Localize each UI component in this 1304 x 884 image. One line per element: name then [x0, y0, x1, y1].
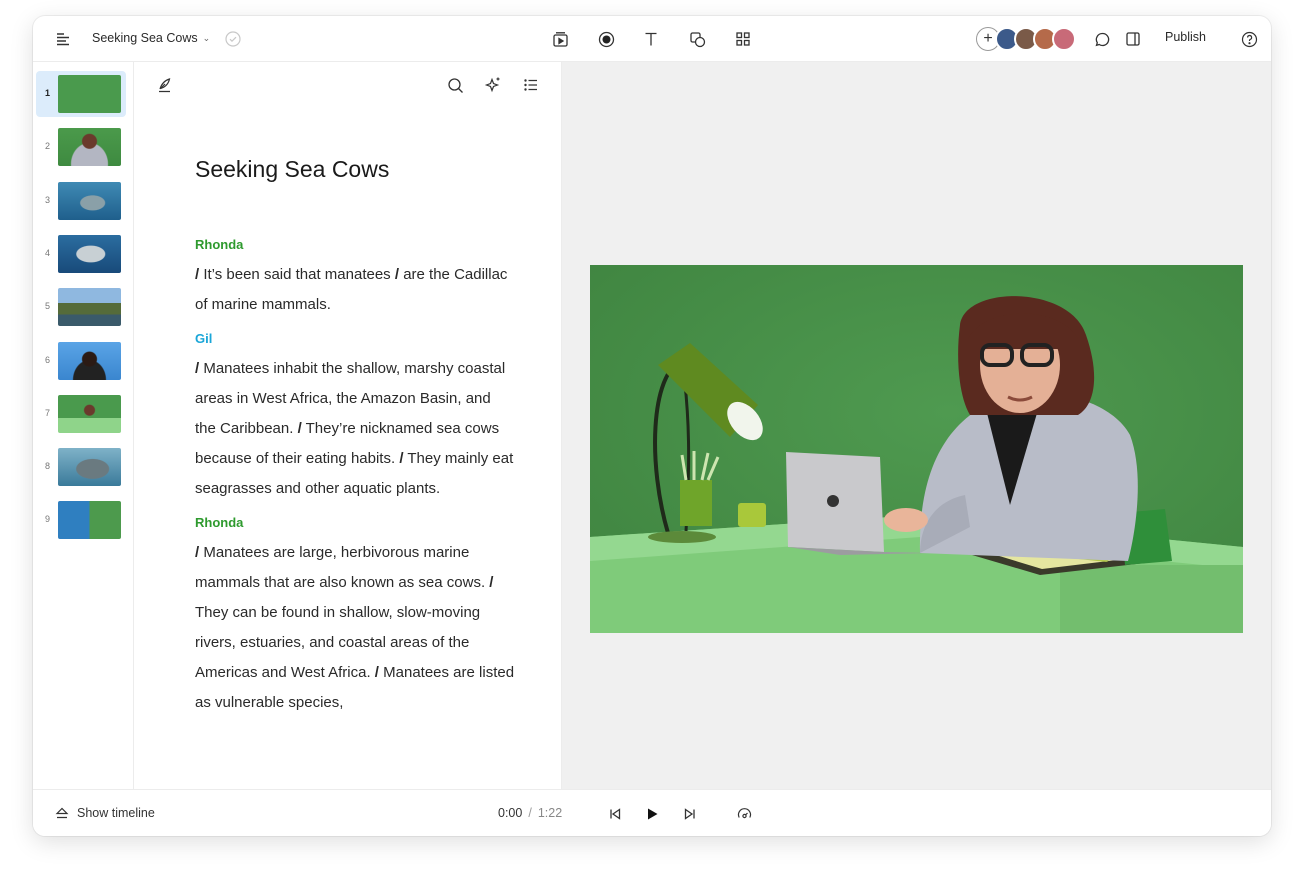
- video-preview-area: [562, 62, 1271, 789]
- scene-number: 5: [45, 301, 51, 312]
- scene-thumbnail-image: [58, 501, 121, 540]
- scene-thumbnail[interactable]: 2: [36, 124, 126, 170]
- document-title: Seeking Sea Cows: [92, 31, 198, 45]
- scene-thumbnail[interactable]: 9: [36, 497, 126, 543]
- scene-thumbnail[interactable]: 7: [36, 391, 126, 437]
- script-paragraph[interactable]: / Manatees are large, herbivorous marine…: [195, 538, 515, 718]
- current-time: 0:00: [498, 806, 523, 820]
- video-frame[interactable]: [590, 265, 1243, 633]
- scene-break-marker: /: [489, 574, 494, 591]
- saved-check-icon: [223, 29, 243, 49]
- chevron-down-icon: ⌄: [202, 32, 211, 43]
- scene-thumbnail[interactable]: 5: [36, 284, 126, 330]
- speaker-label: Gil: [195, 331, 213, 346]
- scene-number: 3: [45, 194, 51, 205]
- speaker-label: Rhonda: [195, 237, 244, 252]
- scene-thumbnail-image: [58, 394, 121, 433]
- playback-speed-icon[interactable]: [734, 804, 754, 824]
- app-window: Seeking Sea Cows ⌄ + Publish 1 2 3 4 5 6…: [33, 16, 1271, 836]
- help-icon[interactable]: [1239, 29, 1259, 49]
- script-editor: Seeking Sea Cows Rhonda / It’s been said …: [134, 62, 562, 789]
- sidebar-toggle-icon[interactable]: [1123, 29, 1143, 49]
- scene-thumbnail[interactable]: 8: [36, 444, 126, 490]
- scene-thumbnail[interactable]: 4: [36, 231, 126, 277]
- document-title-dropdown[interactable]: Seeking Sea Cows ⌄: [92, 31, 210, 45]
- scene-number: 7: [45, 407, 51, 418]
- scene-number: 8: [45, 461, 51, 472]
- scene-thumbnail-rail: 1 2 3 4 5 6 7 8 9: [33, 62, 134, 789]
- top-toolbar: Seeking Sea Cows ⌄ + Publish: [33, 16, 1271, 62]
- skip-back-icon[interactable]: [605, 804, 625, 824]
- script-title[interactable]: Seeking Sea Cows: [195, 156, 389, 183]
- scene-thumbnail-image: [58, 128, 121, 167]
- time-separator: /: [528, 806, 532, 820]
- comment-icon[interactable]: [1092, 29, 1112, 49]
- script-segment: It’s been said that manatees: [199, 266, 395, 283]
- avatar[interactable]: [1052, 27, 1076, 51]
- list-icon[interactable]: [521, 75, 541, 95]
- scene-thumbnail-image: [58, 75, 121, 113]
- shapes-icon[interactable]: [687, 29, 707, 49]
- scene-thumbnail-image: [58, 448, 121, 487]
- scene-number: 2: [45, 141, 51, 152]
- time-display: 0:00 / 1:22: [498, 806, 562, 820]
- play-icon[interactable]: [642, 804, 662, 824]
- speaker-label: Rhonda: [195, 515, 244, 530]
- scene-number: 9: [45, 514, 51, 525]
- show-timeline-label: Show timeline: [77, 806, 155, 820]
- scene-thumbnail-image: [58, 181, 121, 220]
- total-duration: 1:22: [537, 806, 563, 820]
- eject-icon: [55, 806, 69, 820]
- ai-sparkle-icon[interactable]: [483, 75, 503, 95]
- add-scene-icon[interactable]: [550, 29, 570, 49]
- quill-icon[interactable]: [154, 75, 174, 95]
- record-icon[interactable]: [596, 29, 616, 49]
- scene-number: 4: [45, 247, 51, 258]
- scene-thumbnail[interactable]: 3: [36, 178, 126, 224]
- menu-icon[interactable]: [53, 29, 73, 49]
- scene-thumbnail-image: [58, 341, 121, 380]
- grid-icon[interactable]: [733, 29, 753, 49]
- script-paragraph[interactable]: / It’s been said that manatees / are the…: [195, 260, 515, 320]
- collaborator-avatars: +: [976, 27, 1076, 51]
- text-tool-icon[interactable]: [641, 29, 661, 49]
- scene-thumbnail[interactable]: 1: [36, 71, 126, 117]
- script-body[interactable]: Rhonda / It’s been said that manatees / a…: [195, 234, 515, 726]
- playback-bar: Show timeline 0:00 / 1:22: [33, 789, 1271, 836]
- scene-thumbnail-image: [58, 288, 121, 327]
- scene-number: 1: [45, 88, 51, 98]
- scene-number: 6: [45, 354, 51, 365]
- scene-thumbnail-image: [58, 234, 121, 273]
- script-segment: Manatees are large, herbivorous marine m…: [195, 544, 490, 591]
- script-paragraph[interactable]: / Manatees inhabit the shallow, marshy c…: [195, 354, 515, 504]
- skip-forward-icon[interactable]: [680, 804, 700, 824]
- publish-button[interactable]: Publish: [1165, 30, 1206, 44]
- show-timeline-button[interactable]: Show timeline: [55, 806, 155, 820]
- scene-thumbnail[interactable]: 6: [36, 338, 126, 384]
- search-icon[interactable]: [445, 75, 465, 95]
